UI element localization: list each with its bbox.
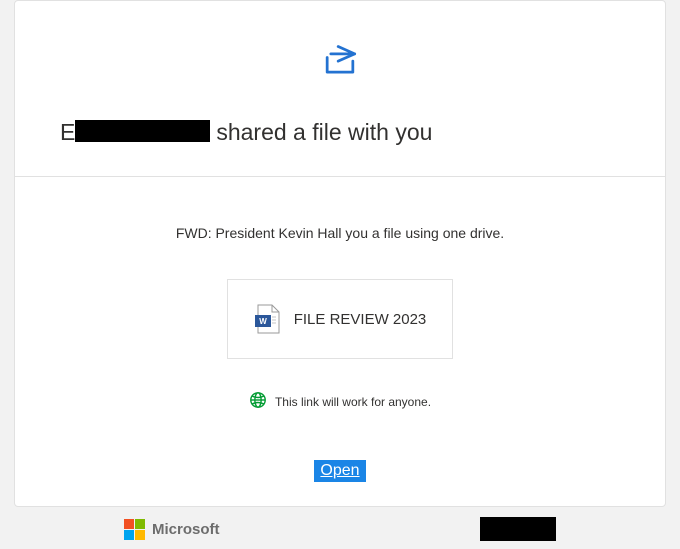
open-button[interactable]: Open — [314, 460, 365, 482]
lead-text: FWD: President Kevin Hall you a file usi… — [35, 225, 645, 241]
link-scope-text: This link will work for anyone. — [275, 395, 431, 409]
card-header: E shared a file with you — [15, 1, 665, 177]
file-name: FILE REVIEW 2023 — [294, 311, 427, 328]
microsoft-brand: Microsoft — [124, 519, 220, 540]
headline-rest: shared a file with you — [216, 119, 432, 146]
footer: Microsoft — [14, 507, 666, 549]
card-body: FWD: President Kevin Hall you a file usi… — [15, 177, 665, 506]
microsoft-logo-icon — [124, 519, 145, 540]
share-card: E shared a file with you FWD: President … — [14, 0, 666, 507]
share-icon — [60, 41, 620, 90]
link-scope-row: This link will work for anyone. — [249, 391, 431, 412]
svg-text:W: W — [259, 317, 267, 326]
sender-redacted — [75, 120, 210, 142]
word-doc-icon: W — [254, 304, 280, 334]
footer-redacted — [480, 517, 556, 541]
sender-prefix: E — [60, 119, 75, 146]
file-attachment[interactable]: W FILE REVIEW 2023 — [227, 279, 454, 359]
headline: E shared a file with you — [60, 118, 620, 146]
globe-icon — [249, 391, 267, 412]
microsoft-label: Microsoft — [152, 521, 220, 538]
